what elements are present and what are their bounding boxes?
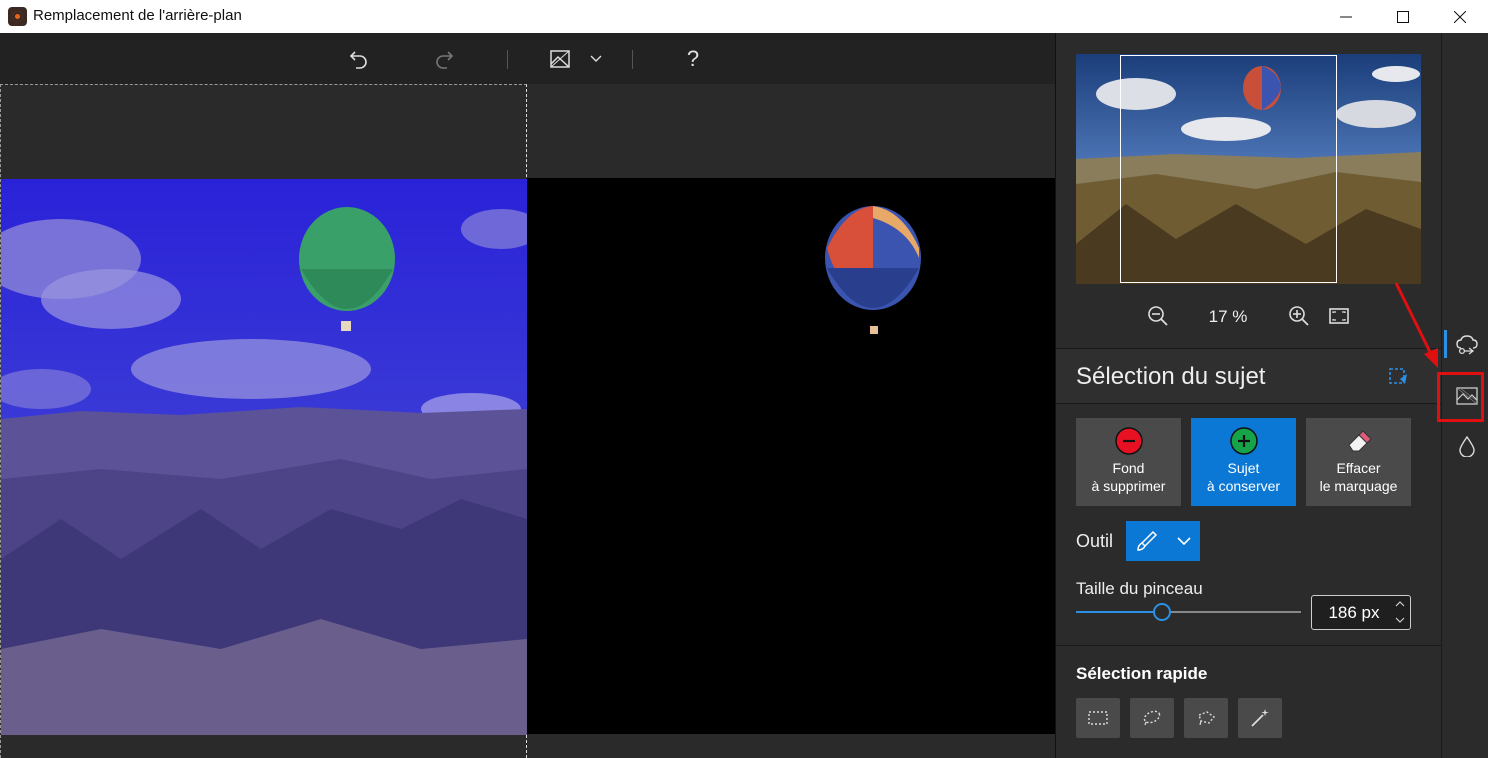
replace-background-icon	[1456, 335, 1478, 355]
brush-size-slider-thumb[interactable]	[1152, 603, 1171, 621]
spin-up-icon[interactable]	[1394, 599, 1406, 611]
undo-button[interactable]	[343, 43, 375, 75]
redo-icon	[436, 51, 454, 69]
remove-background-button[interactable]: Fond à supprimer	[1076, 418, 1181, 506]
erase-marking-button[interactable]: Effacer le marquage	[1306, 418, 1411, 506]
settings-panel: 17 % Sélection du sujet Fond à supprimer…	[1055, 33, 1442, 758]
fit-screen-icon	[1329, 308, 1349, 324]
auto-select-icon	[1389, 368, 1407, 384]
help-button[interactable]: ?	[677, 43, 709, 75]
result-image-pane[interactable]	[527, 84, 1055, 758]
erase-marking-line2: le marquage	[1319, 478, 1398, 494]
color-drop-button[interactable]	[1454, 433, 1480, 459]
tool-selector[interactable]	[1126, 521, 1200, 561]
landscape-image-tinted	[1, 179, 527, 735]
minimize-icon	[1340, 16, 1352, 17]
close-button[interactable]	[1431, 0, 1488, 33]
minus-circle-icon	[1114, 427, 1143, 455]
remove-background-line2: à supprimer	[1091, 478, 1166, 494]
rail-active-indicator	[1444, 330, 1447, 358]
original-image-pane[interactable]	[0, 84, 527, 758]
ellipse-lasso-icon	[1143, 710, 1161, 726]
quick-selection-title: Sélection rapide	[1076, 664, 1208, 683]
annotation-highlight-box	[1437, 372, 1484, 422]
view-mode-dropdown[interactable]	[584, 43, 608, 75]
toolbar-separator	[507, 50, 508, 69]
zoom-value: 17 %	[1208, 307, 1248, 326]
zoom-out-icon	[1148, 306, 1168, 326]
canvas-area: ?	[0, 33, 1055, 758]
keep-subject-button[interactable]: Sujet à conserver	[1191, 418, 1296, 506]
rectangle-select-icon	[1088, 711, 1108, 725]
tool-label: Outil	[1076, 531, 1114, 551]
subject-selection-title: Sélection du sujet	[1076, 363, 1266, 390]
maximize-icon	[1397, 10, 1409, 23]
title-bar: Remplacement de l'arrière-plan	[0, 0, 1488, 33]
brush-size-slider[interactable]	[1076, 603, 1301, 621]
eraser-icon	[1347, 430, 1372, 452]
original-image[interactable]	[1, 179, 527, 735]
magic-wand-icon	[1251, 709, 1269, 727]
auto-select-button[interactable]	[1388, 366, 1410, 388]
maximize-button[interactable]	[1374, 0, 1432, 33]
brush-size-slider-fill	[1076, 611, 1162, 613]
chevron-down-icon	[590, 55, 602, 62]
replace-background-button[interactable]	[1454, 332, 1480, 358]
viewport-frame[interactable]	[1120, 55, 1337, 283]
extracted-subject-image	[527, 178, 1055, 734]
brush-size-label: Taille du pinceau	[1076, 579, 1203, 598]
minimize-button[interactable]	[1317, 0, 1375, 33]
brush-icon	[1137, 530, 1158, 551]
zoom-out-button[interactable]	[1145, 303, 1171, 329]
remove-background-line1: Fond	[1112, 460, 1145, 476]
polygon-lasso-icon	[1198, 711, 1216, 726]
brush-size-value[interactable]: 186 px	[1322, 603, 1386, 623]
chevron-down-icon	[1177, 537, 1191, 546]
erase-marking-line1: Effacer	[1336, 460, 1381, 476]
fit-to-screen-button[interactable]	[1326, 303, 1352, 329]
toolbar-separator	[632, 50, 633, 69]
zoom-in-icon	[1289, 306, 1309, 326]
app-icon	[8, 7, 27, 26]
plus-circle-icon	[1229, 427, 1258, 455]
panel-divider	[1056, 645, 1442, 646]
panel-divider	[1056, 403, 1442, 404]
polygon-lasso-button[interactable]	[1184, 698, 1228, 738]
keep-subject-line2: à conserver	[1206, 478, 1281, 494]
drop-icon	[1459, 435, 1475, 457]
brush-size-field[interactable]: 186 px	[1311, 595, 1411, 630]
undo-icon	[349, 51, 367, 69]
rectangle-select-button[interactable]	[1076, 698, 1120, 738]
zoom-in-button[interactable]	[1286, 303, 1312, 329]
view-mode-icon	[550, 50, 570, 68]
result-image[interactable]	[527, 178, 1055, 734]
navigator-preview[interactable]	[1076, 54, 1421, 284]
redo-button[interactable]	[428, 43, 460, 75]
canvas-toolbar: ?	[0, 33, 1055, 84]
window-title: Remplacement de l'arrière-plan	[33, 7, 242, 24]
magic-wand-button[interactable]	[1238, 698, 1282, 738]
view-mode-button[interactable]	[544, 43, 576, 75]
lasso-select-button[interactable]	[1130, 698, 1174, 738]
zoom-controls: 17 %	[1056, 301, 1442, 331]
keep-subject-line1: Sujet	[1227, 460, 1260, 476]
spin-down-icon[interactable]	[1394, 615, 1406, 627]
close-icon	[1454, 10, 1466, 23]
